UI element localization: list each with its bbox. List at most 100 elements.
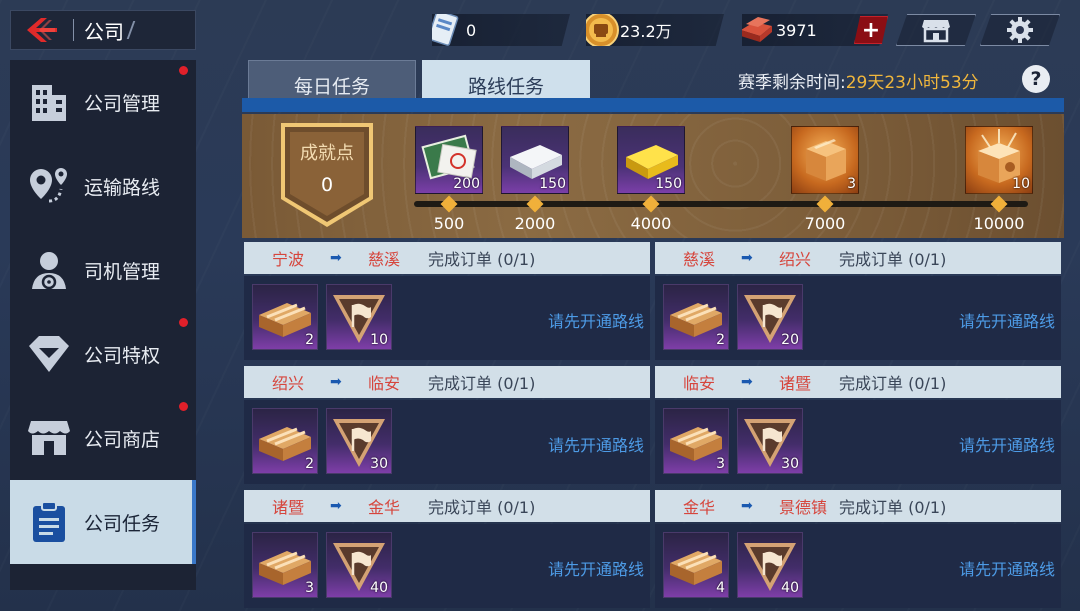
sidebar-item-label: 运输路线	[84, 176, 161, 199]
milestone-label: 10000	[973, 214, 1025, 233]
route-destination: 诸暨	[779, 374, 812, 393]
gold-resource: 23.2万	[586, 14, 724, 46]
route-card-body: 3 30 请先开通路线	[655, 400, 1061, 484]
season-time-value: 29天23小时53分	[845, 73, 979, 93]
reward-badge[interactable]: 30	[326, 408, 392, 474]
reward-count: 2	[305, 332, 314, 348]
gold-coin-icon	[586, 14, 619, 46]
reward-gift-box-open[interactable]: 10	[965, 126, 1033, 194]
milestone-label: 500	[433, 214, 465, 233]
milestone-label: 4000	[630, 214, 672, 233]
route-card-header: 诸暨 ➡ 金华 完成订单 (0/1)	[244, 490, 650, 522]
route-card-header: 慈溪 ➡ 绍兴 完成订单 (0/1)	[655, 242, 1061, 274]
arrow-right-icon: ➡	[741, 374, 753, 390]
reward-count: 10	[1012, 176, 1030, 192]
route-card-header: 绍兴 ➡ 临安 完成订单 (0/1)	[244, 366, 650, 398]
route-card-body: 2 10 请先开通路线	[244, 276, 650, 360]
notification-badge	[179, 402, 188, 411]
arrow-right-icon: ➡	[330, 498, 342, 514]
reward-gift-box[interactable]: 3	[791, 126, 859, 194]
sidebar-item-label: 公司管理	[84, 92, 161, 115]
route-origin: 宁波	[272, 250, 305, 269]
sidebar-item-company-store[interactable]: 公司商店	[10, 396, 196, 480]
title-slash	[126, 21, 136, 39]
route-origin: 临安	[683, 374, 716, 393]
brick-icon	[742, 17, 772, 42]
route-destination: 金华	[368, 498, 401, 517]
reward-crate[interactable]: 2	[663, 284, 729, 350]
reward-map-voucher[interactable]: 200	[415, 126, 483, 194]
shop-button[interactable]	[896, 14, 976, 46]
back-arrow-icon	[27, 18, 57, 42]
route-origin: 绍兴	[272, 374, 305, 393]
route-destination: 绍兴	[779, 250, 812, 269]
unlock-route-hint[interactable]: 请先开通路线	[959, 556, 1055, 580]
route-card: 金华 ➡ 景德镇 完成订单 (0/1) 4 40 请先开通路线	[655, 490, 1061, 608]
help-button[interactable]: ?	[1022, 65, 1050, 93]
route-task: 完成订单 (0/1)	[428, 374, 536, 393]
settings-button[interactable]	[980, 14, 1060, 46]
route-card-body: 2 30 请先开通路线	[244, 400, 650, 484]
sidebar-item-company-management[interactable]: 公司管理	[10, 60, 196, 144]
sidebar-item-transport-routes[interactable]: 运输路线	[10, 144, 196, 228]
milestone-track	[414, 201, 1028, 207]
reward-count: 30	[781, 456, 799, 472]
reward-silver-bar[interactable]: 150	[501, 126, 569, 194]
gold-count: 23.2万	[620, 22, 672, 41]
reward-crate[interactable]: 3	[252, 532, 318, 598]
reward-count: 40	[781, 580, 799, 596]
reward-badge[interactable]: 20	[737, 284, 803, 350]
route-card-header: 宁波 ➡ 慈溪 完成订单 (0/1)	[244, 242, 650, 274]
reward-badge[interactable]: 10	[326, 284, 392, 350]
ticket-icon	[432, 14, 459, 46]
reward-crate[interactable]: 2	[252, 284, 318, 350]
sidebar-item-label: 公司特权	[84, 344, 161, 367]
sidebar-item-company-tasks[interactable]: 公司任务	[10, 480, 196, 564]
route-card-header: 临安 ➡ 诸暨 完成订单 (0/1)	[655, 366, 1061, 398]
route-card-header: 金华 ➡ 景德镇 完成订单 (0/1)	[655, 490, 1061, 522]
reward-badge[interactable]: 40	[326, 532, 392, 598]
season-label: 赛季剩余时间:	[738, 73, 846, 93]
unlock-route-hint[interactable]: 请先开通路线	[548, 432, 644, 456]
header-bar: 公司	[10, 10, 196, 50]
reward-gold-bar[interactable]: 150	[617, 126, 685, 194]
unlock-route-hint[interactable]: 请先开通路线	[959, 308, 1055, 332]
sidebar-item-label: 公司商店	[84, 428, 161, 451]
reward-crate[interactable]: 4	[663, 532, 729, 598]
milestone-marker	[642, 195, 660, 213]
route-pin-icon-wrap	[14, 165, 84, 207]
unlock-route-hint[interactable]: 请先开通路线	[959, 432, 1055, 456]
route-destination: 慈溪	[368, 250, 401, 269]
sidebar-item-driver-management[interactable]: 司机管理	[10, 228, 196, 312]
store-icon	[922, 20, 950, 43]
reward-count: 20	[781, 332, 799, 348]
ticket-count: 0	[466, 20, 477, 40]
page-title: 公司	[84, 19, 124, 44]
route-pin-icon	[30, 168, 67, 203]
route-card: 诸暨 ➡ 金华 完成订单 (0/1) 3 40 请先开通路线	[244, 490, 650, 608]
route-destination: 临安	[368, 374, 401, 393]
building-icon-wrap	[14, 81, 84, 123]
milestone-marker	[816, 195, 834, 213]
reward-count: 40	[370, 580, 388, 596]
notification-badge	[179, 318, 188, 327]
reward-count: 2	[716, 332, 725, 348]
reward-crate[interactable]: 2	[252, 408, 318, 474]
reward-crate[interactable]: 3	[663, 408, 729, 474]
reward-count: 150	[539, 176, 566, 192]
clipboard-icon-wrap	[14, 500, 84, 544]
reward-badge[interactable]: 40	[737, 532, 803, 598]
season-timer: 赛季剩余时间:29天23小时53分	[738, 68, 979, 93]
reward-count: 3	[305, 580, 314, 596]
arrow-right-icon: ➡	[741, 250, 753, 266]
sidebar-item-company-privileges[interactable]: 公司特权	[10, 312, 196, 396]
reward-count: 200	[453, 176, 480, 192]
tab-underline	[242, 98, 1064, 112]
driver-icon-wrap	[14, 249, 84, 291]
back-button[interactable]	[11, 11, 73, 49]
driver-icon	[32, 252, 66, 290]
unlock-route-hint[interactable]: 请先开通路线	[548, 308, 644, 332]
reward-badge[interactable]: 30	[737, 408, 803, 474]
arrow-right-icon: ➡	[330, 250, 342, 266]
unlock-route-hint[interactable]: 请先开通路线	[548, 556, 644, 580]
